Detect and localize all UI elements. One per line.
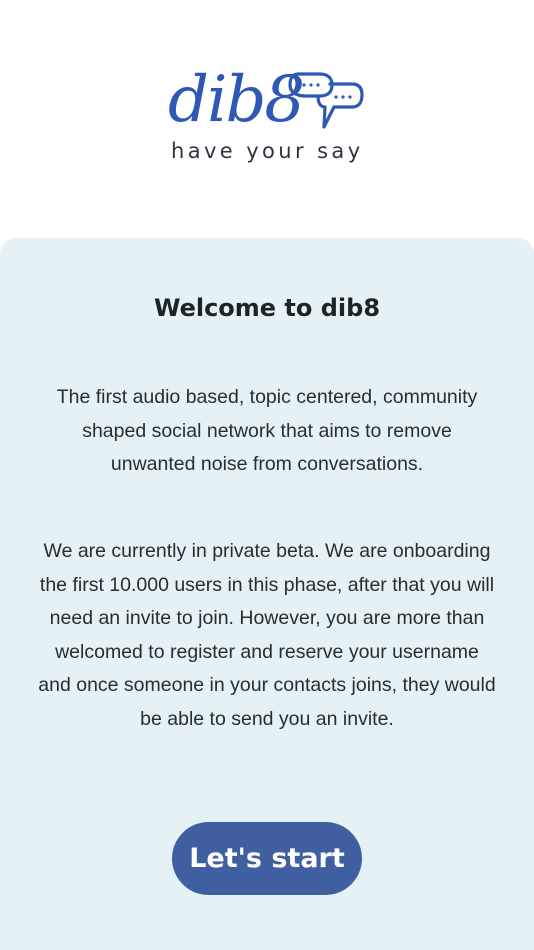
- app-logo: dib8 have your say: [0, 60, 534, 170]
- welcome-screen: dib8 have your say Welcome to dib8 The f…: [0, 0, 534, 950]
- lets-start-button[interactable]: Let's start: [172, 822, 362, 895]
- welcome-title: Welcome to dib8: [153, 294, 381, 322]
- logo-wordmark: dib8: [168, 63, 305, 137]
- beta-info-paragraph: We are currently in private beta. We are…: [38, 540, 496, 730]
- speech-bubbles-icon: [288, 72, 364, 129]
- logo-tagline: have your say: [171, 139, 364, 163]
- intro-paragraph: The first audio based, topic centered, c…: [56, 386, 478, 476]
